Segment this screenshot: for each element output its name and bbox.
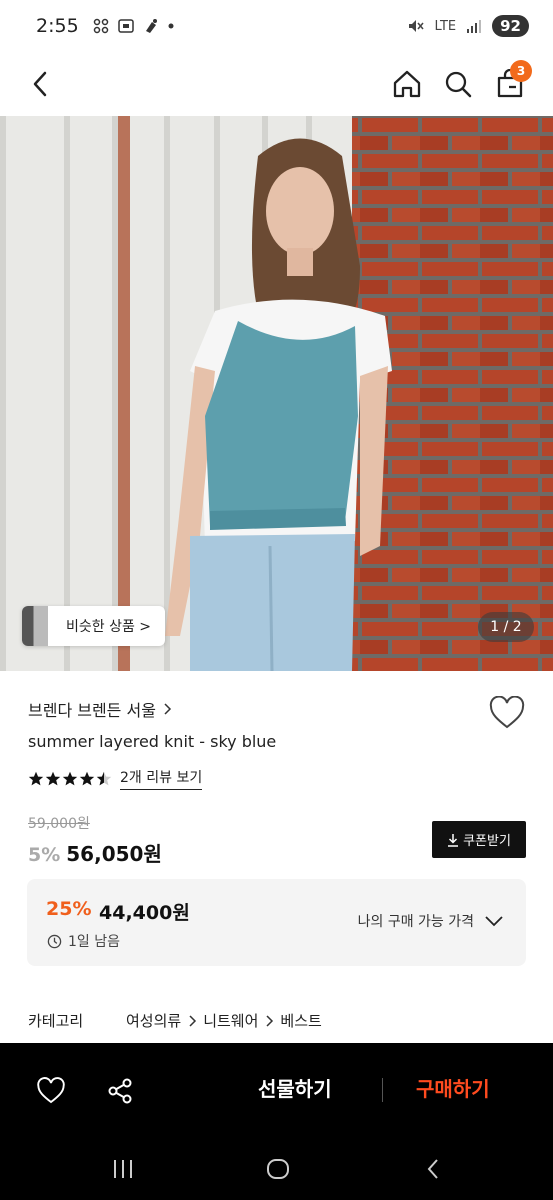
time-remaining: 1일 남음 (47, 931, 120, 951)
discount-rate: 5% (28, 844, 61, 866)
divider (382, 1078, 383, 1102)
chevron-right-icon (164, 703, 171, 715)
battery-indicator: 92 (492, 15, 529, 37)
category-breadcrumb: 여성의류 니트웨어 베스트 (126, 1010, 322, 1031)
back-button[interactable] (18, 62, 62, 106)
chevron-right-icon (266, 1014, 274, 1027)
timer-text: 1일 남음 (68, 934, 120, 950)
home-button[interactable] (385, 62, 429, 106)
back-arrow-icon (33, 71, 47, 97)
network-type: LTE (434, 18, 457, 34)
my-price-label: 나의 구매 가능 가격 (357, 914, 474, 930)
product-image[interactable]: 비슷한 상품 > 1 / 2 (0, 116, 553, 671)
my-discount-rate: 25% (46, 898, 92, 920)
buy-button[interactable]: 구매하기 (416, 1073, 490, 1102)
half-star-icon (96, 771, 112, 785)
gift-button[interactable]: 선물하기 (258, 1073, 332, 1102)
share-button[interactable] (100, 1071, 140, 1111)
category-crumb[interactable]: 베스트 (280, 1010, 321, 1031)
category-crumb[interactable]: 니트웨어 (203, 1010, 258, 1031)
price-row: 5% 56,050원 (28, 838, 162, 867)
coupon-label: 쿠폰받기 (463, 834, 511, 849)
share-icon (108, 1078, 132, 1104)
review-link[interactable]: 2개 리뷰 보기 (120, 767, 203, 790)
wishlist-button[interactable] (488, 695, 526, 732)
android-navigation-bar (0, 1137, 553, 1200)
home-nav-button[interactable] (258, 1155, 298, 1183)
heart-icon (489, 695, 525, 729)
star-icon (79, 771, 95, 785)
star-icon (45, 771, 61, 785)
grid-app-icon (93, 18, 108, 34)
category-row: 카테고리 여성의류 니트웨어 베스트 (28, 1010, 322, 1031)
back-nav-button[interactable] (413, 1155, 453, 1183)
star-icon (62, 771, 78, 785)
my-price-box[interactable]: 25% 44,400원 1일 남음 나의 구매 가능 가격 (27, 879, 526, 966)
rating-row: 2개 리뷰 보기 (28, 767, 203, 790)
search-icon (445, 71, 472, 98)
cart-button[interactable]: 3 (488, 60, 532, 106)
voice-icon (145, 19, 157, 33)
back-nav-icon (427, 1159, 438, 1179)
original-price: 59,000원 (28, 816, 90, 832)
signal-icon (467, 20, 482, 33)
heart-icon (37, 1077, 65, 1104)
recent-apps-icon (114, 1160, 132, 1178)
clock-icon (47, 934, 62, 948)
cart-count-badge: 3 (510, 60, 532, 82)
dot-icon (168, 23, 174, 29)
category-label: 카테고리 (28, 1012, 84, 1030)
top-nav: 3 (0, 52, 553, 116)
bottom-action-bar: 선물하기 구매하기 (0, 1043, 553, 1137)
star-icon (28, 771, 44, 785)
brand-name: 브렌다 브렌든 서울 (28, 701, 156, 720)
status-bar: 2:55 LTE 92 (0, 0, 553, 52)
recent-apps-button[interactable] (103, 1155, 143, 1183)
status-time: 2:55 (36, 15, 79, 37)
category-crumb[interactable]: 여성의류 (126, 1010, 181, 1031)
mute-icon (408, 20, 424, 32)
chevron-down-icon (485, 916, 503, 927)
home-circle-icon (267, 1159, 289, 1179)
brand-link[interactable]: 브렌다 브렌든 서울 (28, 697, 172, 721)
sale-price: 56,050원 (66, 842, 162, 866)
status-left-icons (93, 18, 175, 34)
similar-products-button[interactable]: 비슷한 상품 > (22, 606, 166, 646)
chevron-right-icon (189, 1014, 197, 1027)
screenshot-icon (117, 19, 134, 33)
bottom-wishlist-button[interactable] (31, 1071, 71, 1111)
coupon-button[interactable]: 쿠폰받기 (432, 821, 526, 858)
similar-products-label: 비슷한 상품 > (66, 619, 152, 635)
home-icon (393, 70, 421, 98)
my-price: 44,400원 (99, 902, 190, 924)
status-right: LTE 92 (407, 15, 529, 37)
star-rating (28, 771, 112, 787)
image-page-indicator: 1 / 2 (478, 612, 534, 642)
product-name: summer layered knit - sky blue (28, 732, 277, 751)
similar-thumbnail (22, 606, 48, 646)
download-icon (448, 833, 459, 847)
product-photo (0, 116, 553, 671)
search-button[interactable] (436, 62, 480, 106)
my-price-toggle[interactable]: 나의 구매 가능 가격 (358, 911, 504, 931)
